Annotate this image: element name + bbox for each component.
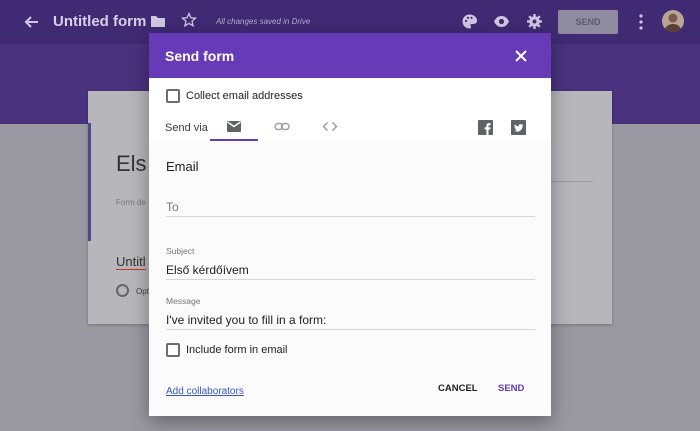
facebook-icon[interactable] xyxy=(478,120,493,135)
email-icon xyxy=(227,121,241,132)
preview-eye-icon[interactable] xyxy=(493,13,510,30)
user-avatar-icon xyxy=(664,13,682,32)
include-form-checkbox[interactable] xyxy=(166,343,180,357)
message-field[interactable]: I've invited you to fill in a form: xyxy=(166,313,326,327)
dialog-header: Send form xyxy=(149,33,551,78)
form-heading[interactable]: Els xyxy=(116,151,147,177)
send-via-row: Send via xyxy=(149,115,551,141)
card-accent xyxy=(88,123,91,241)
palette-icon[interactable] xyxy=(461,13,478,30)
radio-option[interactable] xyxy=(116,284,129,297)
message-label: Message xyxy=(166,296,201,306)
header-send-button[interactable]: SEND xyxy=(558,10,618,34)
cancel-button[interactable]: CANCEL xyxy=(438,383,478,394)
more-vert-icon[interactable] xyxy=(636,12,646,32)
collect-email-checkbox[interactable] xyxy=(166,89,180,103)
to-field-placeholder[interactable]: To xyxy=(166,200,179,214)
form-description[interactable]: Form de xyxy=(116,198,146,207)
back-arrow-icon[interactable] xyxy=(22,12,42,32)
link-icon xyxy=(274,122,290,131)
subject-label: Subject xyxy=(166,246,195,256)
question-title[interactable]: Untitl xyxy=(116,254,146,270)
tab-email[interactable] xyxy=(210,115,258,141)
twitter-icon[interactable] xyxy=(511,120,526,135)
send-button[interactable]: SEND xyxy=(498,383,524,394)
settings-gear-icon[interactable] xyxy=(526,13,543,30)
to-field[interactable] xyxy=(166,216,535,217)
subject-underline xyxy=(166,279,535,280)
star-icon[interactable] xyxy=(181,12,197,28)
dialog-title: Send form xyxy=(165,48,235,64)
message-underline xyxy=(166,329,535,330)
embed-icon xyxy=(322,121,338,132)
include-form-label: Include form in email xyxy=(186,344,288,356)
collect-email-label: Collect email addresses xyxy=(186,90,303,102)
folder-icon[interactable] xyxy=(150,13,166,29)
tab-link[interactable] xyxy=(258,115,306,141)
option-label: Opt xyxy=(136,287,149,296)
email-section-title: Email xyxy=(166,159,199,174)
send-form-dialog: Send form Collect email addresses Send v… xyxy=(149,33,551,416)
send-via-label: Send via xyxy=(165,122,208,134)
dialog-body: Email To Subject Első kérdőívem Message … xyxy=(149,141,551,416)
avatar[interactable] xyxy=(662,10,684,32)
subject-field[interactable]: Első kérdőívem xyxy=(166,263,249,277)
save-status: All changes saved in Drive xyxy=(216,17,311,26)
form-title[interactable]: Untitled form xyxy=(53,13,146,30)
tab-embed[interactable] xyxy=(306,115,354,141)
close-icon[interactable] xyxy=(514,49,528,63)
add-collaborators-link[interactable]: Add collaborators xyxy=(166,386,244,397)
